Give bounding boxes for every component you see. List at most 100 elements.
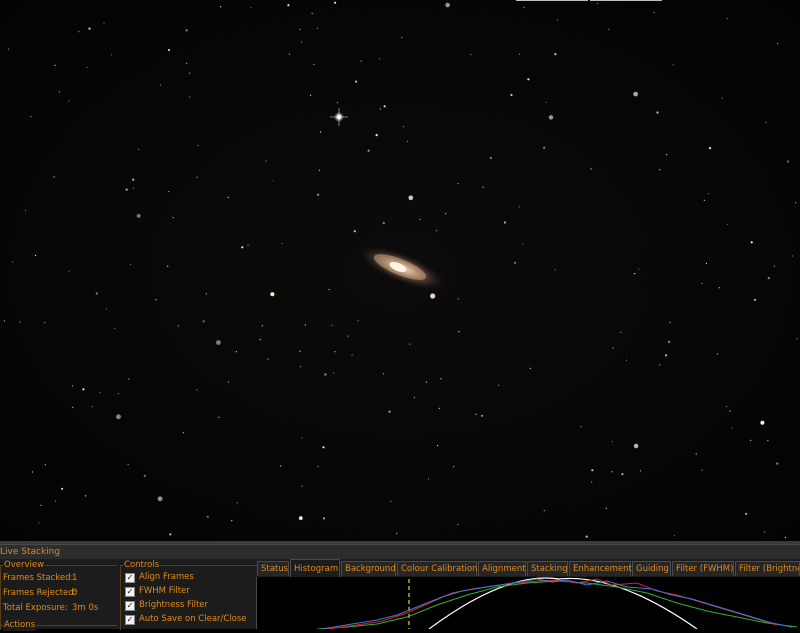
star	[216, 340, 221, 345]
star	[318, 169, 321, 171]
controls-group: Controls ✓ Align Frames ✓ FWHM Filter ✓ …	[120, 560, 257, 630]
frames-stacked-value: 1	[72, 573, 78, 583]
tab-stacking[interactable]: Stacking	[527, 561, 568, 576]
star	[129, 264, 132, 266]
star	[585, 535, 588, 538]
star	[440, 378, 442, 380]
star	[310, 94, 312, 96]
star	[357, 320, 359, 322]
star	[35, 254, 37, 256]
star	[639, 470, 642, 472]
star	[482, 186, 484, 188]
star	[634, 273, 636, 275]
star	[611, 471, 613, 473]
star	[659, 364, 661, 366]
tab-filter-fwhm[interactable]: Filter (FWHM)	[672, 561, 734, 576]
star	[168, 191, 170, 193]
star	[545, 101, 547, 103]
align-frames-label: Align Frames	[139, 572, 194, 582]
star	[527, 78, 530, 81]
star	[672, 64, 674, 66]
overview-title: Overview	[3, 560, 46, 571]
tab-colour-calibration[interactable]: Colour Calibration	[397, 561, 478, 576]
star	[300, 366, 302, 368]
star	[272, 180, 274, 182]
panel-title: Live Stacking	[0, 547, 61, 557]
star	[786, 160, 790, 163]
star	[143, 474, 146, 477]
star	[111, 54, 113, 56]
star	[91, 406, 93, 408]
tab-guiding[interactable]: Guiding	[632, 561, 671, 576]
star	[489, 156, 492, 160]
auto-save-checkbox[interactable]: ✓	[125, 615, 135, 625]
star	[334, 1, 337, 4]
star	[185, 29, 188, 32]
star	[227, 381, 229, 383]
frames-rejected-label: Frames Rejected:	[3, 588, 77, 598]
star	[659, 169, 661, 171]
star	[673, 535, 676, 537]
star	[664, 354, 668, 357]
star	[475, 413, 477, 415]
star	[765, 122, 767, 124]
star	[409, 343, 411, 345]
star	[725, 406, 728, 408]
star	[695, 453, 697, 455]
align-frames-checkbox[interactable]: ✓	[125, 573, 135, 583]
star	[172, 217, 174, 219]
star	[351, 354, 353, 356]
star	[287, 4, 290, 7]
tab-alignment[interactable]: Alignment	[478, 561, 526, 576]
fwhm-filter-checkbox[interactable]: ✓	[125, 587, 135, 597]
tab-status[interactable]: Status	[257, 561, 289, 576]
histogram-stretch-curve	[428, 577, 698, 630]
star	[186, 62, 188, 64]
tab-histogram[interactable]: Histogram	[290, 559, 340, 577]
actions-title: Actions	[3, 620, 37, 631]
star	[44, 322, 46, 324]
star	[105, 308, 107, 310]
star	[403, 126, 405, 128]
star	[298, 516, 303, 521]
star	[445, 2, 450, 8]
star	[301, 437, 303, 439]
star	[481, 414, 484, 417]
stacked-image-view[interactable]	[0, 0, 800, 541]
star	[388, 410, 391, 413]
tab-background[interactable]: Background	[341, 561, 396, 576]
brightness-filter-checkbox[interactable]: ✓	[125, 601, 135, 611]
star	[378, 58, 380, 60]
star	[196, 389, 198, 391]
star	[53, 176, 55, 178]
star	[750, 241, 753, 244]
star	[590, 168, 592, 170]
star	[235, 351, 237, 353]
star	[498, 384, 500, 386]
star	[317, 465, 319, 468]
star	[796, 338, 798, 340]
star	[605, 507, 607, 509]
tab-filter-brightness[interactable]: Filter (Brightnes	[735, 561, 800, 576]
bright-star	[330, 108, 348, 126]
tab-enhancement[interactable]: Enhancement	[569, 561, 632, 576]
star	[177, 325, 179, 327]
star	[197, 144, 199, 146]
star	[353, 230, 356, 233]
star	[729, 410, 731, 412]
star	[58, 91, 60, 93]
star	[375, 134, 378, 137]
star	[189, 72, 191, 74]
star	[633, 91, 638, 97]
histogram-green-line	[316, 580, 798, 630]
star	[458, 331, 460, 333]
star	[311, 12, 313, 14]
star	[261, 325, 263, 327]
viewer-tab-indicator	[516, 0, 588, 1]
star	[708, 147, 712, 150]
star	[247, 244, 249, 246]
star	[784, 536, 786, 539]
star	[701, 282, 703, 284]
star	[116, 414, 121, 420]
star	[136, 213, 141, 218]
